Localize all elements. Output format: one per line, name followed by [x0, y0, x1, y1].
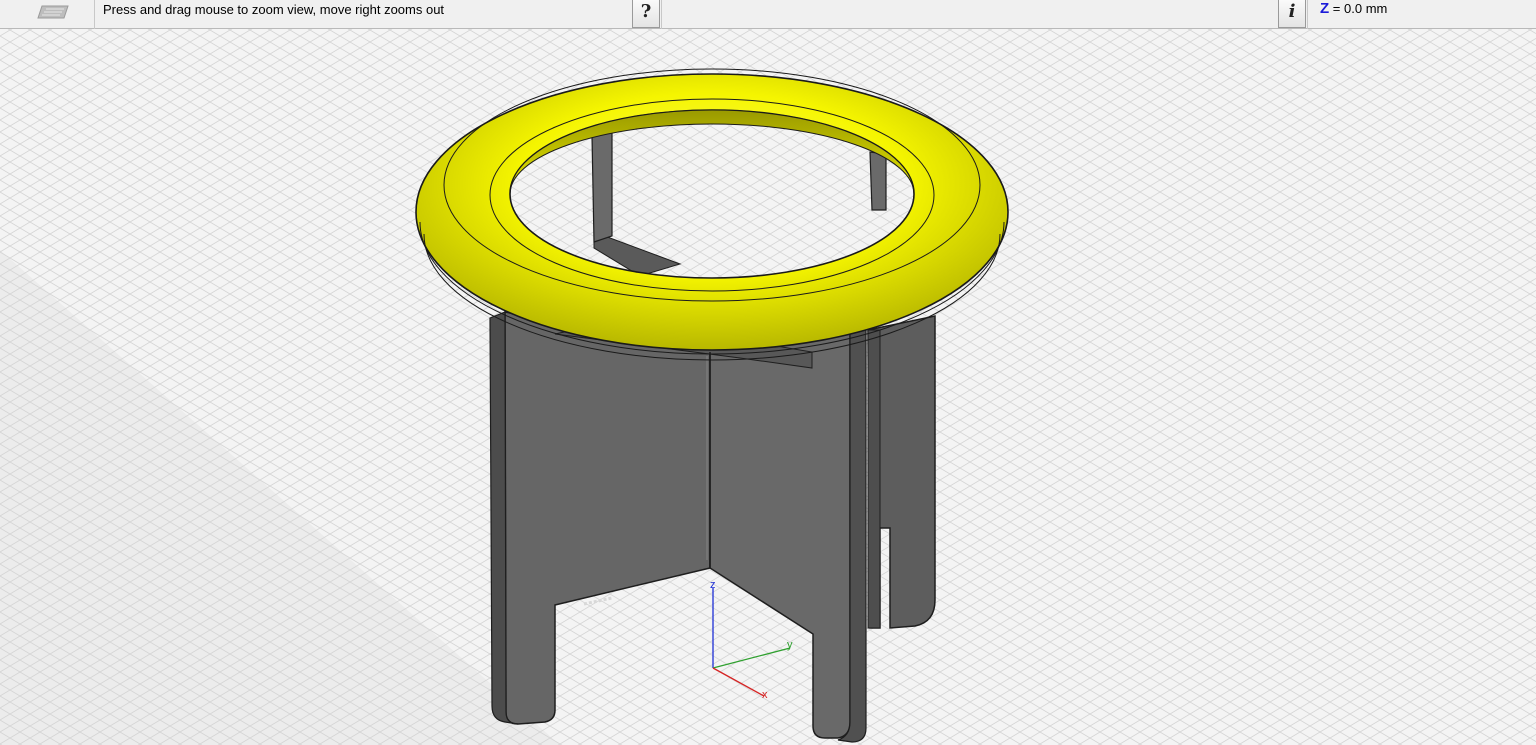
coordinate-readout: Z = 0.0 mm	[1320, 0, 1387, 18]
3d-viewport[interactable]: z y x	[0, 29, 1536, 745]
z-axis-label: z	[710, 579, 716, 591]
coordinate-equals: =	[1332, 1, 1341, 16]
x-axis-label: x	[762, 689, 768, 701]
zoom-tool-icon[interactable]	[20, 0, 80, 24]
coordinate-value: 0.0 mm	[1344, 1, 1388, 16]
status-separator	[1307, 0, 1308, 29]
status-separator	[94, 0, 95, 29]
help-button[interactable]: ?	[632, 0, 660, 28]
status-separator	[661, 0, 662, 29]
status-bar: Press and drag mouse to zoom view, move …	[0, 0, 1536, 29]
prompt-message: Press and drag mouse to zoom view, move …	[103, 2, 445, 17]
y-axis-label: y	[787, 639, 793, 651]
viewport-canvas[interactable]: z y x	[0, 29, 1536, 745]
coordinate-axis-label: Z	[1320, 0, 1330, 17]
info-button[interactable]: i	[1278, 0, 1306, 28]
